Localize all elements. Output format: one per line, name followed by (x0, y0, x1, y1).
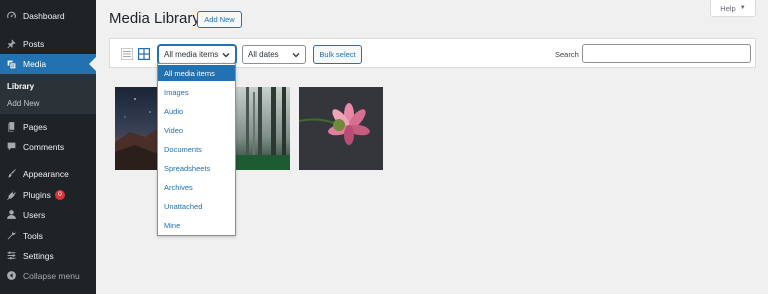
plugin-icon (5, 189, 17, 201)
sidebar-item-plugins[interactable]: Plugins 0 (0, 185, 96, 204)
sidebar-item-label: Posts (23, 38, 45, 49)
media-submenu: Library Add New (0, 74, 96, 114)
sidebar-item-label: Appearance (23, 168, 69, 179)
sidebar-item-label: Settings (23, 250, 54, 261)
submenu-item-library[interactable]: Library (7, 82, 34, 91)
admin-sidebar: Dashboard Posts Media Library Add New Pa… (0, 0, 96, 294)
dropdown-option-images[interactable]: Images (158, 84, 235, 101)
dropdown-option-unattached[interactable]: Unattached (158, 198, 235, 215)
bulk-select-button[interactable]: Bulk select (313, 45, 362, 64)
media-icon (5, 58, 17, 70)
active-menu-notch (89, 57, 96, 71)
search-label: Search (555, 50, 579, 59)
dropdown-option-audio[interactable]: Audio (158, 103, 235, 120)
date-filter-value: All dates (248, 50, 279, 59)
add-new-button[interactable]: Add New (197, 11, 242, 28)
sidebar-item-label: Comments (23, 141, 65, 152)
pink-flower-photo (299, 87, 383, 170)
submenu-item-add-new[interactable]: Add New (7, 99, 39, 108)
dropdown-option-mine[interactable]: Mine (158, 217, 235, 234)
dropdown-option-documents[interactable]: Documents (158, 141, 235, 158)
user-icon (5, 209, 17, 221)
dropdown-option-video[interactable]: Video (158, 122, 235, 139)
media-type-filter-select[interactable]: All media items (158, 45, 236, 64)
sidebar-item-posts[interactable]: Posts (0, 34, 96, 53)
media-thumbnail[interactable] (299, 87, 383, 170)
sidebar-item-tools[interactable]: Tools (0, 226, 96, 245)
sidebar-item-media[interactable]: Media (0, 54, 96, 74)
sidebar-item-comments[interactable]: Comments (0, 137, 96, 156)
dropdown-option-spreadsheets[interactable]: Spreadsheets (158, 160, 235, 177)
sidebar-item-label: Dashboard (23, 10, 65, 21)
pin-icon (5, 38, 17, 50)
chevron-down-icon (222, 53, 230, 58)
dashboard-icon (5, 10, 17, 22)
pages-icon (5, 121, 17, 133)
caret-down-icon: ▼ (739, 5, 746, 11)
sidebar-item-pages[interactable]: Pages (0, 117, 96, 136)
sidebar-item-label: Plugins (23, 189, 51, 200)
sidebar-item-users[interactable]: Users (0, 205, 96, 224)
dropdown-option-all-media-items[interactable]: All media items (158, 65, 235, 81)
list-view-button[interactable] (120, 47, 133, 60)
brush-icon (5, 168, 17, 180)
collapse-menu-button[interactable]: Collapse menu (0, 266, 96, 285)
sidebar-item-label: Tools (23, 230, 43, 241)
comment-icon (5, 141, 17, 153)
dropdown-option-archives[interactable]: Archives (158, 179, 235, 196)
grid-view-button[interactable] (137, 47, 150, 60)
date-filter-select[interactable]: All dates (242, 45, 306, 64)
media-type-dropdown-list: All media items Images Audio Video Docum… (157, 63, 236, 236)
grid-view-icon (137, 47, 150, 60)
sidebar-item-appearance[interactable]: Appearance (0, 164, 96, 183)
collapse-menu-label: Collapse menu (23, 270, 80, 281)
sidebar-item-dashboard[interactable]: Dashboard (0, 6, 96, 25)
sidebar-item-label: Media (23, 59, 47, 69)
list-view-icon (120, 47, 133, 60)
help-label: Help (720, 3, 736, 13)
collapse-icon (5, 270, 17, 282)
media-type-filter-value: All media items (164, 50, 219, 59)
sidebar-item-settings[interactable]: Settings (0, 246, 96, 265)
plugin-update-badge: 0 (54, 189, 65, 200)
wrench-icon (5, 230, 17, 242)
settings-icon (5, 250, 17, 262)
chevron-down-icon (292, 53, 300, 58)
sidebar-item-label: Pages (23, 121, 48, 132)
help-tab-button[interactable]: Help ▼ (710, 0, 756, 17)
search-input[interactable] (582, 44, 751, 63)
sidebar-item-label: Users (23, 209, 46, 220)
page-title: Media Library (109, 10, 200, 27)
